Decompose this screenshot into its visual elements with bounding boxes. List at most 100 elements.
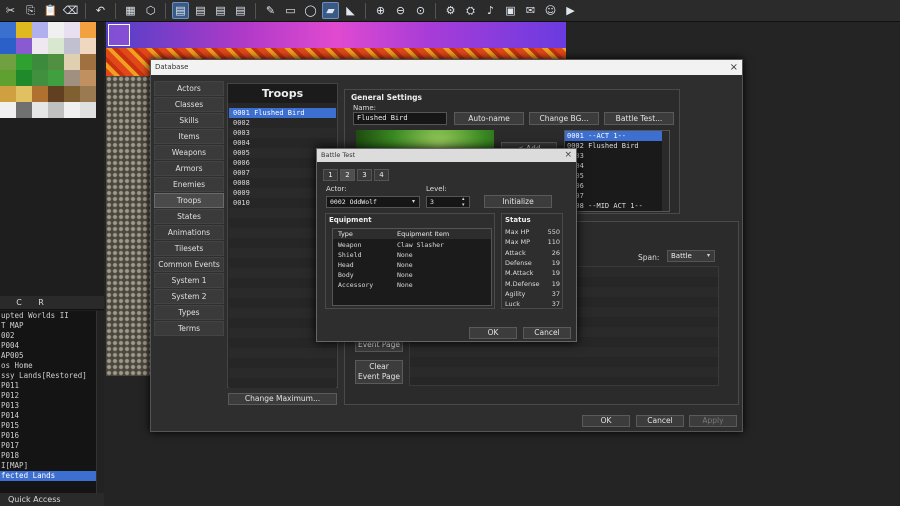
palette-tile[interactable] — [80, 102, 96, 118]
category-states[interactable]: States — [154, 209, 224, 224]
battle-test-ok-button[interactable]: OK — [469, 327, 517, 339]
delete-icon[interactable]: ⌫ — [62, 2, 79, 19]
palette-tile[interactable] — [48, 70, 64, 86]
palette-tile[interactable] — [0, 86, 16, 102]
category-animations[interactable]: Animations — [154, 225, 224, 240]
category-tilesets[interactable]: Tilesets — [154, 241, 224, 256]
pencil-icon[interactable]: ✎ — [262, 2, 279, 19]
member-item[interactable]: 0001 --ACT 1-- — [565, 131, 663, 141]
shadow-pen-icon[interactable]: ◣ — [342, 2, 359, 19]
category-system-1[interactable]: System 1 — [154, 273, 224, 288]
tab-c[interactable]: C — [8, 296, 30, 310]
member-item[interactable]: 0002 Flushed Bird — [565, 141, 663, 151]
equipment-row[interactable]: Weapon Claw Slasher — [333, 240, 491, 250]
event-searcher-icon[interactable]: ▣ — [502, 2, 519, 19]
equipment-row[interactable]: Shield None — [333, 250, 491, 260]
map-tree-item[interactable]: upted Worlds II — [0, 311, 96, 321]
auto-name-button[interactable]: Auto-name — [454, 112, 524, 125]
map-tree-item[interactable]: 002 — [0, 331, 96, 341]
map-tree-item[interactable]: P004 — [0, 341, 96, 351]
category-items[interactable]: Items — [154, 129, 224, 144]
category-common-events[interactable]: Common Events — [154, 257, 224, 272]
ok-button[interactable]: OK — [582, 415, 630, 427]
palette-tile[interactable] — [32, 22, 48, 38]
palette-tile[interactable] — [0, 54, 16, 70]
paste-icon[interactable]: 📋 — [42, 2, 59, 19]
map-tree-item[interactable]: fected Lands — [0, 471, 96, 481]
member-item[interactable]: 0003 — [565, 151, 663, 161]
category-classes[interactable]: Classes — [154, 97, 224, 112]
tab-2[interactable]: 2 — [340, 169, 355, 181]
close-icon[interactable]: × — [730, 60, 738, 75]
palette-tile[interactable] — [64, 102, 80, 118]
palette-tile[interactable] — [16, 38, 32, 54]
palette-tile[interactable] — [16, 70, 32, 86]
map-tree-item[interactable]: P018 — [0, 451, 96, 461]
zoom-in-icon[interactable]: ⊕ — [372, 2, 389, 19]
map-tree-item[interactable]: P012 — [0, 391, 96, 401]
map-tree-item[interactable]: P015 — [0, 421, 96, 431]
cut-icon[interactable]: ✂ — [2, 2, 19, 19]
palette-tile[interactable] — [0, 38, 16, 54]
layer-1-icon[interactable]: ▤ — [172, 2, 189, 19]
map-tree-item[interactable]: P013 — [0, 401, 96, 411]
zoom-actual-icon[interactable]: ⊙ — [412, 2, 429, 19]
palette-tile[interactable] — [32, 38, 48, 54]
troop-item[interactable]: 0002 — [229, 118, 336, 128]
palette-tile[interactable] — [32, 102, 48, 118]
map-tree-item[interactable]: os Home — [0, 361, 96, 371]
member-list-scrollbar[interactable] — [662, 131, 669, 211]
layer-4-icon[interactable]: ▤ — [232, 2, 249, 19]
palette-tile[interactable] — [64, 54, 80, 70]
palette-tile[interactable] — [0, 22, 16, 38]
palette-tile[interactable] — [64, 86, 80, 102]
palette-tile[interactable] — [80, 54, 96, 70]
change-bg-button[interactable]: Change BG... — [529, 112, 599, 125]
tab-1[interactable]: 1 — [323, 169, 338, 181]
cancel-button[interactable]: Cancel — [636, 415, 684, 427]
palette-tile[interactable] — [80, 86, 96, 102]
palette-tile[interactable] — [48, 38, 64, 54]
map-tree-item[interactable]: P014 — [0, 411, 96, 421]
map-tree-item[interactable]: ssy Lands[Restored] — [0, 371, 96, 381]
map-tree-item[interactable]: P011 — [0, 381, 96, 391]
undo-icon[interactable]: ↶ — [92, 2, 109, 19]
troop-name-field[interactable]: Flushed Bird — [353, 112, 447, 125]
palette-tile[interactable] — [64, 22, 80, 38]
map-tree-scrollbar[interactable] — [96, 311, 104, 493]
actor-select[interactable]: 0002 OddWolf — [326, 196, 420, 208]
tab-3[interactable]: 3 — [357, 169, 372, 181]
layer-2-icon[interactable]: ▤ — [192, 2, 209, 19]
fill-icon[interactable]: ▰ — [322, 2, 339, 19]
palette-tile[interactable] — [48, 102, 64, 118]
zoom-out-icon[interactable]: ⊖ — [392, 2, 409, 19]
clear-event-page-button[interactable]: Clear Event Page — [355, 360, 403, 384]
troop-item[interactable]: 0001 Flushed Bird — [229, 108, 336, 118]
category-terms[interactable]: Terms — [154, 321, 224, 336]
palette-tile[interactable] — [16, 54, 32, 70]
layer-3-icon[interactable]: ▤ — [212, 2, 229, 19]
member-item[interactable]: 0004 — [565, 161, 663, 171]
troop-item[interactable]: 0004 — [229, 138, 336, 148]
map-tree-item[interactable]: T MAP — [0, 321, 96, 331]
palette-tile[interactable] — [16, 86, 32, 102]
equipment-row[interactable]: Body None — [333, 270, 491, 280]
palette-tile[interactable] — [0, 70, 16, 86]
category-troops[interactable]: Troops — [154, 193, 224, 208]
tab-4[interactable]: 4 — [374, 169, 389, 181]
quick-access-button[interactable]: Quick Access — [0, 493, 104, 506]
map-mode-icon[interactable]: ▦ — [122, 2, 139, 19]
database-icon[interactable]: ⚙ — [442, 2, 459, 19]
battle-test-cancel-button[interactable]: Cancel — [523, 327, 571, 339]
stepper-arrows-icon[interactable]: ▴ ▾ — [462, 196, 465, 208]
palette-tile[interactable] — [48, 86, 64, 102]
member-item[interactable]: 0006 — [565, 181, 663, 191]
map-tree-item[interactable]: P016 — [0, 431, 96, 441]
palette-tile[interactable] — [32, 86, 48, 102]
category-types[interactable]: Types — [154, 305, 224, 320]
palette-tile[interactable] — [80, 22, 96, 38]
event-mode-icon[interactable]: ⬡ — [142, 2, 159, 19]
map-tree-item[interactable]: AP005 — [0, 351, 96, 361]
palette-tile[interactable] — [32, 70, 48, 86]
equipment-row[interactable]: Head None — [333, 260, 491, 270]
